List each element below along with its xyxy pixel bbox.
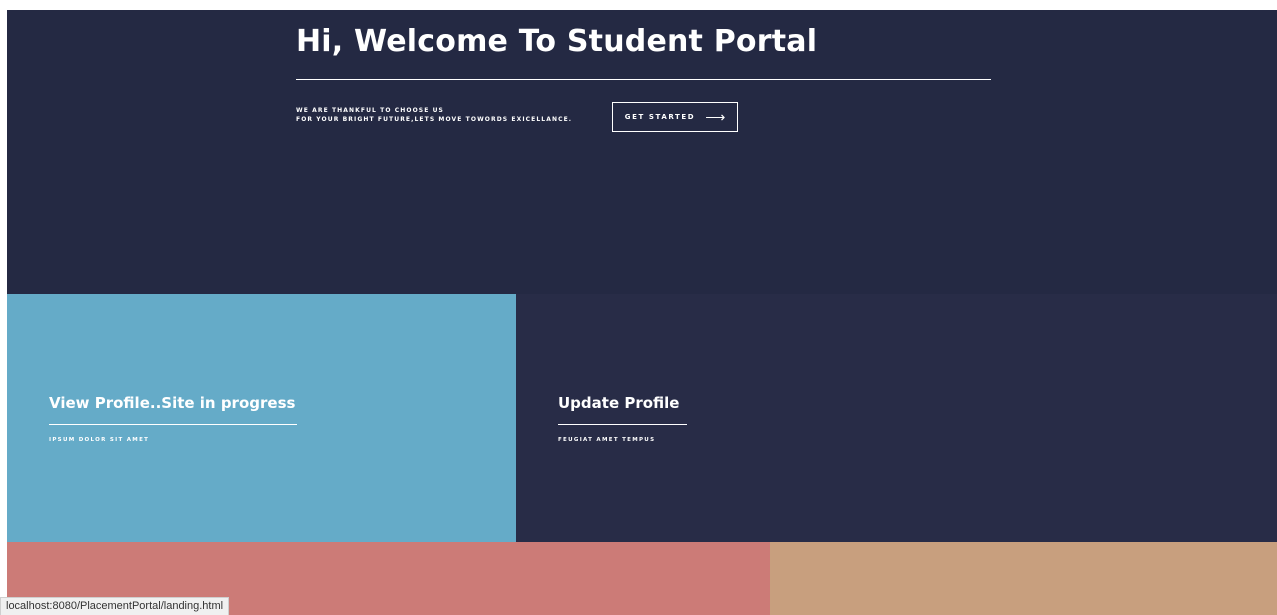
tile-view-profile[interactable]: View Profile..Site in progress IPSUM DOL… bbox=[7, 294, 516, 542]
tile-divider bbox=[558, 424, 687, 425]
arrow-right-icon: ⟶ bbox=[705, 109, 726, 125]
update-profile-link[interactable]: Update Profile bbox=[558, 394, 679, 412]
hero-divider bbox=[296, 79, 991, 80]
tile-update-profile[interactable]: Update Profile FEUGIAT AMET TEMPUS bbox=[516, 294, 1277, 542]
landing-page: Hi, Welcome To Student Portal WE ARE THA… bbox=[7, 10, 1277, 615]
tile-subtext: FEUGIAT AMET TEMPUS bbox=[558, 437, 656, 443]
status-bar-url: localhost:8080/PlacementPortal/landing.h… bbox=[0, 597, 230, 615]
tile-divider bbox=[49, 424, 297, 425]
tile-subtext: IPSUM DOLOR SIT AMET bbox=[49, 437, 150, 443]
hero-tagline-line-2: FOR YOUR BRIGHT FUTURE,LETS MOVE TOWORDS… bbox=[296, 116, 573, 123]
get-started-button[interactable]: GET STARTED ⟶ bbox=[612, 102, 738, 132]
hero-tagline-line-1: WE ARE THANKFUL TO CHOOSE US bbox=[296, 107, 444, 114]
view-profile-link[interactable]: View Profile..Site in progress bbox=[49, 394, 295, 412]
tile-fourth[interactable] bbox=[770, 542, 1277, 615]
hero-banner: Hi, Welcome To Student Portal WE ARE THA… bbox=[7, 10, 1277, 294]
hero-tagline: WE ARE THANKFUL TO CHOOSE US FOR YOUR BR… bbox=[296, 106, 572, 124]
get-started-label: GET STARTED bbox=[624, 113, 696, 121]
page-title: Hi, Welcome To Student Portal bbox=[296, 24, 818, 59]
